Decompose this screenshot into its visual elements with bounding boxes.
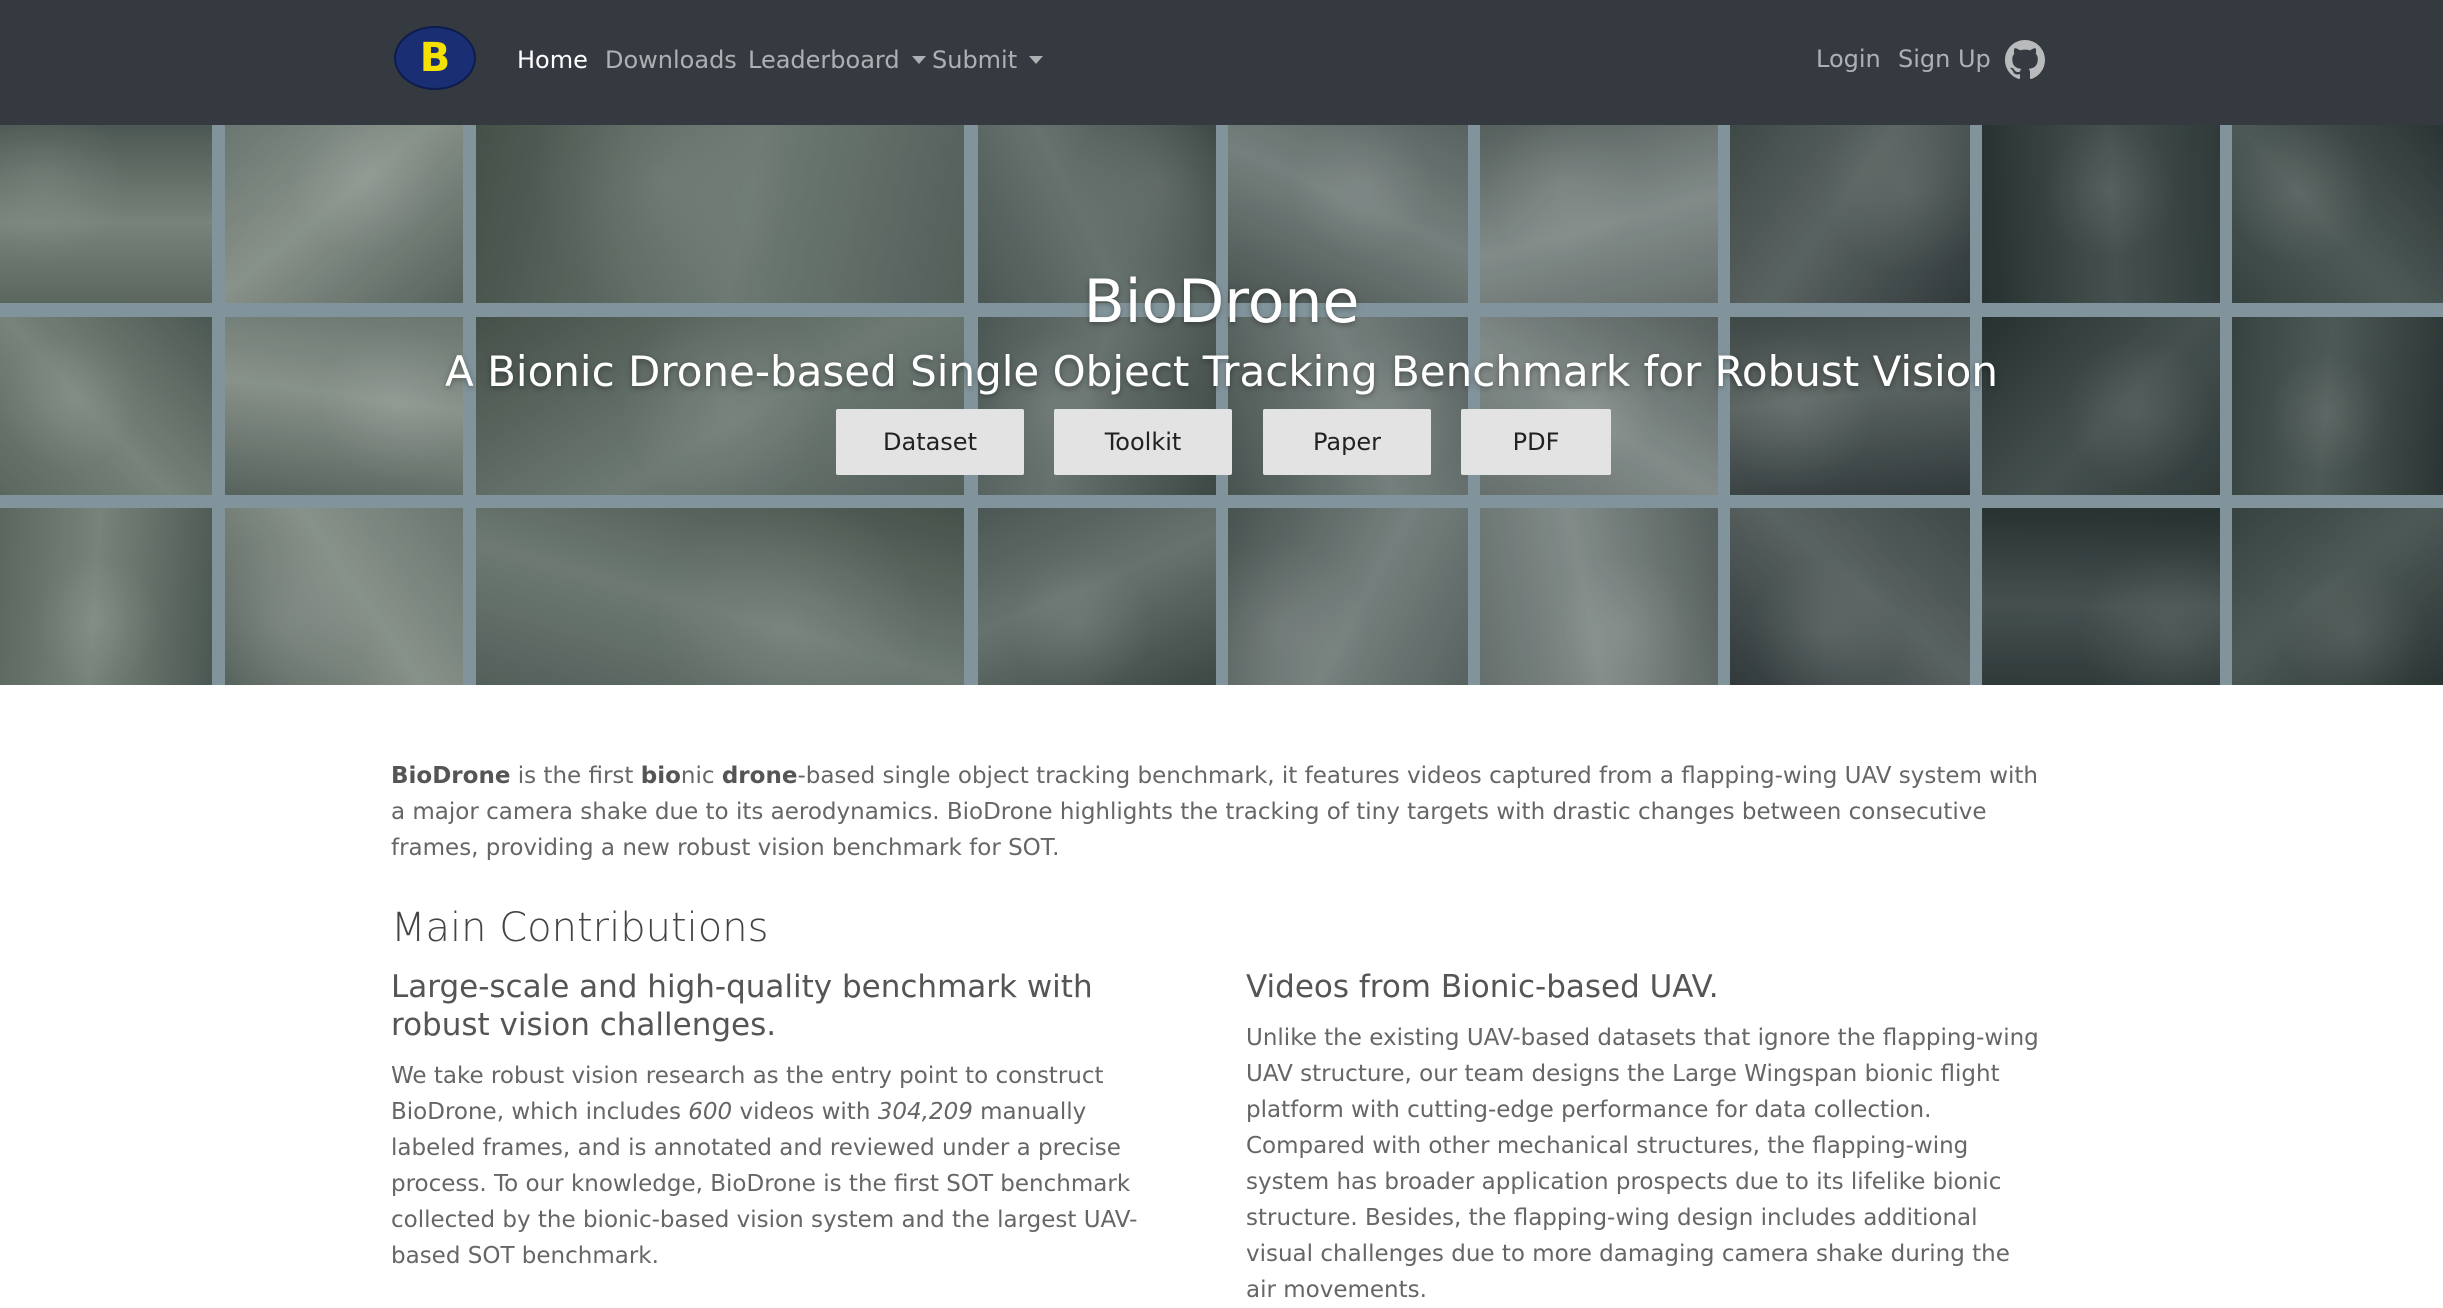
hero-title: BioDrone <box>1083 267 1360 337</box>
chevron-down-icon <box>1029 56 1044 64</box>
navbar: B Home Downloads Leaderboard Submit Logi… <box>0 0 2443 125</box>
intro-bold-biodrone: BioDrone <box>391 763 511 789</box>
signup-link[interactable]: Sign Up <box>1898 45 1991 73</box>
contribution-right: Videos from Bionic-based UAV. Unlike the… <box>1246 968 2046 1308</box>
video-count: 600 <box>688 1099 733 1125</box>
intro-text: nic <box>680 763 722 789</box>
intro-bold-drone: drone <box>721 763 798 789</box>
intro-text: is the first <box>510 763 641 789</box>
github-icon[interactable] <box>2005 40 2045 80</box>
hero-overlay <box>0 125 2443 685</box>
contribution-left-heading: Large-scale and high-quality benchmark w… <box>391 969 1093 1043</box>
hero-subtitle: A Bionic Drone-based Single Object Track… <box>445 347 1998 396</box>
contribution-left-text: We take robust vision research as the en… <box>391 1058 1171 1274</box>
text-span: videos with <box>732 1099 878 1125</box>
chevron-down-icon <box>911 56 926 64</box>
site-logo[interactable]: B <box>394 26 476 90</box>
nav-leaderboard[interactable]: Leaderboard <box>748 46 926 74</box>
paper-button[interactable]: Paper <box>1263 409 1431 475</box>
nav-home[interactable]: Home <box>517 46 588 74</box>
contribution-right-text: Unlike the existing UAV-based datasets t… <box>1246 1025 2039 1303</box>
hero-banner: BioDrone A Bionic Drone-based Single Obj… <box>0 125 2443 685</box>
logo-letter: B <box>419 35 451 81</box>
dataset-button[interactable]: Dataset <box>836 409 1024 475</box>
nav-downloads[interactable]: Downloads <box>605 46 737 74</box>
nav-submit-label: Submit <box>932 46 1018 74</box>
frame-count: 304,209 <box>877 1099 973 1125</box>
nav-leaderboard-label: Leaderboard <box>748 46 900 74</box>
intro-paragraph: BioDrone is the first bionic drone-based… <box>391 758 2043 866</box>
nav-submit[interactable]: Submit <box>932 46 1044 74</box>
contribution-right-heading: Videos from Bionic-based UAV. <box>1246 969 1719 1005</box>
login-link[interactable]: Login <box>1816 45 1881 73</box>
toolkit-button[interactable]: Toolkit <box>1054 409 1232 475</box>
main-contributions-heading: Main Contributions <box>391 905 769 951</box>
intro-bold-bio: bio <box>640 763 681 789</box>
contribution-left: Large-scale and high-quality benchmark w… <box>391 968 1171 1274</box>
pdf-button[interactable]: PDF <box>1461 409 1611 475</box>
